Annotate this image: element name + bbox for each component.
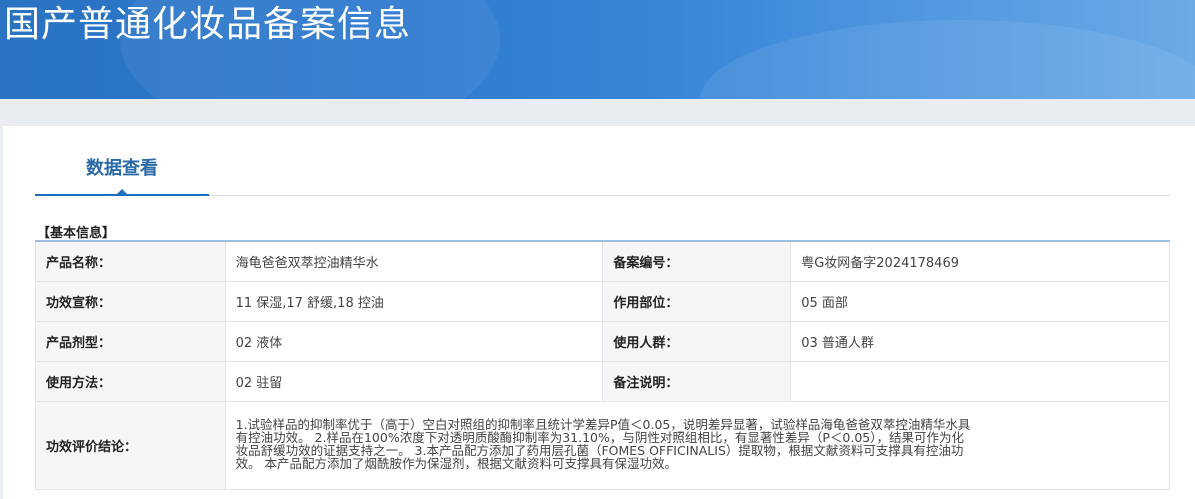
tab-data-view[interactable]: 数据查看 [35, 126, 209, 196]
value-product-name: 海龟爸爸双萃控油精华水 [224, 240, 604, 282]
table-row: 使用方法： 02 驻留 备注说明： [35, 360, 1170, 402]
page-title: 国产普通化妆品备案信息 [4, 4, 412, 45]
main-content: 数据查看 【基本信息】 产品名称： 海龟爸爸双萃控油精华水 备案编号： 粤G妆网… [3, 126, 1195, 499]
label-usage-method: 使用方法： [35, 360, 226, 402]
label-product-name: 产品名称： [35, 240, 226, 282]
label-efficacy-claim: 功效宣称： [35, 280, 226, 322]
label-application-area: 作用部位： [602, 280, 792, 322]
label-target-users: 使用人群： [602, 320, 792, 362]
tab-bar: 数据查看 [35, 126, 1170, 196]
section-title: 【基本信息】 [37, 226, 116, 241]
header-banner: 国产普通化妆品备案信息 [0, 0, 1195, 99]
value-record-number: 粤G妆网备字2024178469 [790, 240, 1170, 282]
value-efficacy-conclusion: 1.试验样品的抑制率优于（高于）空白对照组的抑制率且统计学差异P值＜0.05，说… [224, 400, 1171, 490]
label-record-number: 备案编号： [602, 240, 792, 282]
info-table: 产品名称： 海龟爸爸双萃控油精华水 备案编号： 粤G妆网备字2024178469… [35, 240, 1171, 490]
conclusion-text: 1.试验样品的抑制率优于（高于）空白对照组的抑制率且统计学差异P值＜0.05，说… [235, 417, 971, 471]
table-row: 功效宣称： 11 保湿,17 舒缓,18 控油 作用部位： 05 面部 [35, 280, 1170, 322]
value-usage-method: 02 驻留 [224, 360, 604, 402]
table-row: 功效评价结论： 1.试验样品的抑制率优于（高于）空白对照组的抑制率且统计学差异P… [35, 400, 1171, 490]
label-dosage-form: 产品剂型： [35, 320, 226, 362]
table-row: 产品剂型： 02 液体 使用人群： 03 普通人群 [35, 320, 1170, 362]
value-efficacy-claim: 11 保湿,17 舒缓,18 控油 [224, 280, 604, 322]
label-remarks: 备注说明： [602, 360, 792, 402]
value-remarks [790, 360, 1170, 402]
caret-up-icon [115, 189, 129, 196]
value-application-area: 05 面部 [790, 280, 1170, 322]
label-efficacy-conclusion: 功效评价结论： [35, 400, 226, 490]
table-row: 产品名称： 海龟爸爸双萃控油精华水 备案编号： 粤G妆网备字2024178469 [35, 240, 1170, 282]
tab-label: 数据查看 [86, 158, 158, 179]
value-target-users: 03 普通人群 [790, 320, 1170, 362]
banner-decoration [700, 20, 1195, 99]
value-dosage-form: 02 液体 [224, 320, 604, 362]
